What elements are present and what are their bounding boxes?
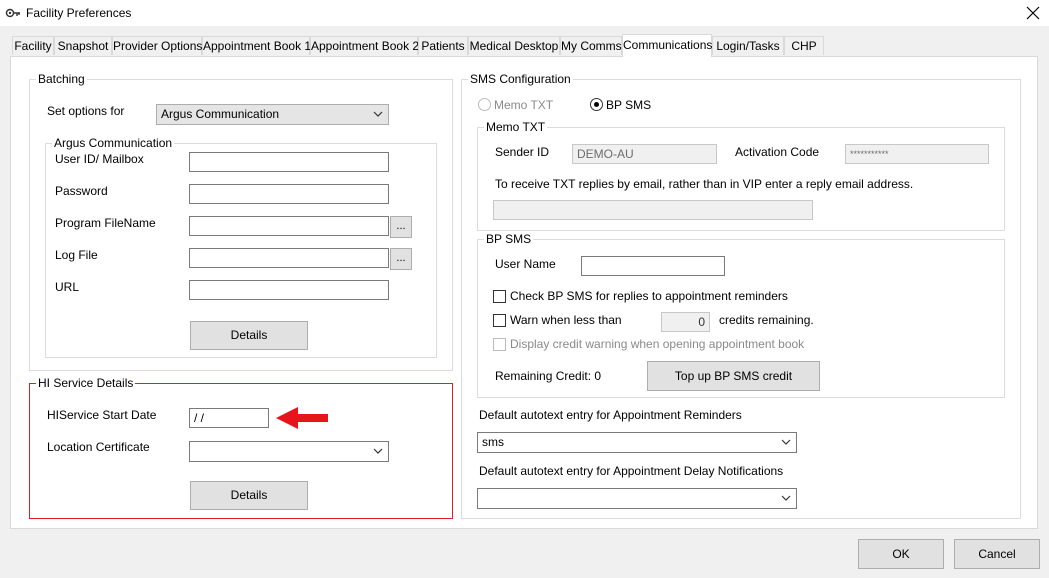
remaining-credit-text: Remaining Credit: 0 (495, 369, 602, 383)
tab-login-tasks[interactable]: Login/Tasks (712, 36, 784, 55)
warn-label: Warn when less than (510, 313, 622, 327)
display-warning-label: Display credit warning when opening appo… (510, 337, 805, 351)
log-file-label: Log File (55, 248, 98, 262)
password-label: Password (55, 184, 108, 198)
tab-snapshot[interactable]: Snapshot (54, 36, 112, 55)
credits-remaining-label: credits remaining. (719, 313, 814, 327)
bp-sms-radio[interactable] (590, 98, 603, 111)
log-file-field[interactable] (189, 248, 389, 268)
password-field[interactable] (189, 184, 389, 204)
url-field[interactable] (189, 280, 389, 300)
hi-start-date-field[interactable]: / / (189, 408, 269, 428)
app-key-icon (5, 5, 21, 21)
ok-button[interactable]: OK (858, 539, 944, 569)
url-label: URL (55, 280, 80, 294)
memo-txt-radio-label: Memo TXT (494, 98, 554, 112)
location-certificate-label: Location Certificate (47, 440, 150, 454)
delay-autotext-select[interactable] (477, 488, 797, 509)
radio-selected-dot (594, 102, 599, 107)
tab-facility[interactable]: Facility (12, 36, 54, 55)
browse-program-button[interactable]: ... (390, 216, 412, 238)
argus-legend: Argus Communication (52, 136, 175, 150)
close-icon[interactable] (1022, 3, 1044, 23)
reply-email-instructions: To receive TXT replies by email, rather … (495, 177, 914, 191)
sms-config-legend: SMS Configuration (468, 72, 573, 86)
title-bar (0, 0, 1049, 26)
hi-service-legend: HI Service Details (36, 376, 136, 390)
bp-user-name-field[interactable] (581, 256, 725, 276)
tab-communications[interactable]: Communications (622, 34, 712, 57)
activation-code-field[interactable]: *********** (845, 144, 989, 164)
sender-id-label: Sender ID (495, 145, 550, 159)
browse-log-button[interactable]: ... (390, 248, 412, 270)
check-replies-checkbox[interactable] (493, 290, 506, 303)
argus-details-button[interactable]: Details (190, 321, 308, 350)
reminders-autotext-select[interactable]: sms (477, 432, 797, 453)
set-options-label: Set options for (47, 104, 125, 118)
activation-code-label: Activation Code (735, 145, 820, 159)
user-id-field[interactable] (189, 152, 389, 172)
display-warning-checkbox[interactable] (493, 338, 506, 351)
tab-provider-options[interactable]: Provider Options (112, 36, 202, 55)
sender-id-field[interactable]: DEMO-AU (572, 144, 717, 164)
hi-details-button[interactable]: Details (190, 481, 308, 510)
tab-my-comms[interactable]: My Comms (560, 36, 622, 55)
set-options-select[interactable]: Argus Communication (156, 104, 389, 125)
warn-credits-field[interactable]: 0 (661, 312, 710, 332)
tab-appointment-book-2[interactable]: Appointment Book 2 (310, 36, 419, 55)
chevron-down-icon (781, 439, 791, 445)
check-replies-label: Check BP SMS for replies to appointment … (510, 289, 788, 303)
batching-legend: Batching (36, 72, 87, 86)
reminders-autotext-label: Default autotext entry for Appointment R… (479, 408, 742, 422)
hi-start-date-label: HIService Start Date (47, 408, 157, 422)
reply-email-field[interactable] (493, 200, 813, 220)
warn-checkbox[interactable] (493, 314, 506, 327)
bp-sms-legend: BP SMS (484, 232, 534, 246)
chevron-down-icon (373, 448, 383, 454)
bp-user-name-label: User Name (495, 257, 556, 271)
memo-txt-radio[interactable] (478, 98, 491, 111)
program-filename-field[interactable] (189, 216, 389, 236)
chevron-down-icon (373, 111, 383, 117)
tab-medical-desktop[interactable]: Medical Desktop (468, 36, 560, 55)
cancel-button[interactable]: Cancel (954, 539, 1040, 569)
delay-autotext-label: Default autotext entry for Appointment D… (479, 464, 784, 478)
memo-txt-legend: Memo TXT (484, 120, 548, 134)
reminders-autotext-value: sms (482, 435, 504, 449)
window-title: Facility Preferences (26, 6, 132, 20)
top-up-credit-button[interactable]: Top up BP SMS credit (647, 361, 820, 391)
user-id-label: User ID/ Mailbox (55, 152, 144, 166)
location-certificate-select[interactable] (189, 441, 389, 462)
chevron-down-icon (781, 495, 791, 501)
program-filename-label: Program FileName (55, 216, 156, 230)
tab-chp[interactable]: CHP (784, 36, 824, 55)
tab-patients[interactable]: Patients (418, 36, 468, 55)
set-options-value: Argus Communication (161, 107, 280, 121)
red-arrow-icon (274, 405, 330, 431)
tab-appointment-book-1[interactable]: Appointment Book 1 (202, 36, 311, 55)
bp-sms-radio-label: BP SMS (606, 98, 652, 112)
